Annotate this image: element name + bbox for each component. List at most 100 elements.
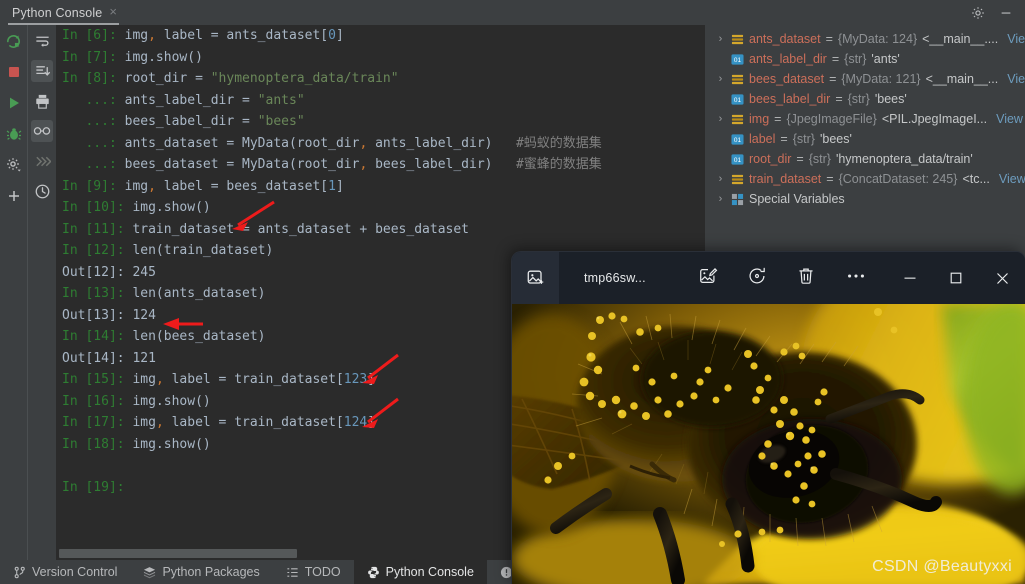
view-link[interactable]: View: [1007, 32, 1025, 46]
status-tab-todo[interactable]: TODO: [273, 560, 354, 584]
chevron-right-icon[interactable]: ›: [715, 113, 726, 125]
soft-wrap-icon[interactable]: [31, 30, 53, 52]
code-token: len(train_dataset): [132, 243, 274, 258]
tab-label: Python Console: [12, 5, 103, 20]
variable-row[interactable]: 01 ants_label_dir = {str} 'ants': [705, 49, 1025, 69]
scroll-to-end-icon[interactable]: [31, 60, 53, 82]
code-token: img.show(): [132, 393, 211, 409]
photo-file-name: tmp66sw...: [584, 271, 646, 285]
rerun-console-icon[interactable]: [3, 30, 25, 52]
console-prompt: In [14]:: [62, 329, 125, 344]
console-prompt: In [9]:: [62, 178, 117, 194]
string-icon: 01: [731, 53, 744, 66]
variable-row[interactable]: › bees_dataset = {MyData: 121} <__main__.…: [705, 69, 1025, 89]
view-link[interactable]: View: [996, 112, 1023, 126]
variable-equals: =: [796, 152, 804, 166]
console-prompt: Out[12]:: [62, 264, 125, 280]
gear-icon[interactable]: [971, 6, 985, 20]
console-prompt: In [16]:: [62, 393, 125, 409]
photos-app-icon: [512, 252, 559, 304]
scrollbar-thumb[interactable]: [59, 549, 297, 558]
minimize-button[interactable]: [887, 252, 933, 304]
chevron-right-icon[interactable]: ›: [715, 193, 726, 205]
code-token: label = bees_dataset[: [155, 178, 329, 194]
rotate-icon[interactable]: [747, 266, 767, 291]
variable-row[interactable]: › img = {JpegImageFile} <PIL.JpegImageI..…: [705, 109, 1025, 129]
photo-viewer-window-controls: [887, 252, 1025, 304]
chevron-right-icon[interactable]: ›: [715, 33, 726, 45]
variable-row[interactable]: › train_dataset = {ConcatDataset: 245} <t…: [705, 169, 1025, 189]
execute-icon[interactable]: [3, 92, 25, 114]
chevron-right-icon[interactable]: ›: [715, 73, 726, 85]
code-token: ]: [367, 415, 376, 430]
print-icon[interactable]: [31, 90, 53, 112]
string-icon: 01: [731, 133, 744, 146]
variable-row[interactable]: 01 root_dir = {str} 'hymenoptera_data/tra…: [705, 149, 1025, 169]
glasses-icon[interactable]: [31, 120, 53, 142]
maximize-button[interactable]: [933, 252, 979, 304]
svg-text:01: 01: [734, 156, 742, 163]
close-button[interactable]: [979, 252, 1025, 304]
settings-icon[interactable]: [3, 154, 25, 176]
fast-forward-icon[interactable]: [31, 150, 53, 172]
variable-row[interactable]: 01 label = {str} 'bees': [705, 129, 1025, 149]
photo-viewer-toolbar: [698, 266, 867, 291]
view-link[interactable]: View: [999, 172, 1025, 186]
object-icon: [731, 33, 744, 46]
edit-image-icon[interactable]: [698, 266, 718, 291]
variable-name: bees_label_dir: [749, 92, 831, 106]
variable-name: train_dataset: [749, 172, 822, 186]
history-icon[interactable]: [31, 180, 53, 202]
variable-name: img: [749, 112, 770, 126]
code-token: ,: [148, 178, 156, 194]
minimize-icon[interactable]: [999, 6, 1013, 20]
console-prompt: In [10]:: [62, 200, 125, 215]
code-token: 0: [328, 28, 336, 43]
bee-photograph: [512, 304, 1025, 584]
python-packages-icon: [143, 566, 156, 579]
add-icon[interactable]: [3, 185, 25, 207]
variable-type: {str}: [792, 132, 815, 146]
photo-viewer-window[interactable]: tmp66sw... CSDN @Beautyxxi: [512, 252, 1025, 584]
photo-canvas[interactable]: CSDN @Beautyxxi: [512, 304, 1025, 584]
code-token: img: [132, 415, 156, 430]
status-tab-python-packages[interactable]: Python Packages: [130, 560, 272, 584]
status-tab-version-control[interactable]: Version Control: [0, 560, 130, 584]
console-prompt: In [19]:: [62, 479, 125, 495]
code-token: img: [132, 372, 156, 387]
console-line: In [7]: img.show(): [56, 47, 705, 69]
code-token: "hymenoptera_data/train": [210, 71, 399, 86]
code-token: label = ants_dataset[: [155, 28, 329, 43]
code-token: img: [124, 178, 149, 194]
stop-icon[interactable]: [3, 61, 25, 83]
status-tab-label: Python Packages: [162, 565, 260, 579]
variable-equals: =: [831, 52, 840, 66]
more-options-icon[interactable]: [845, 266, 867, 291]
status-tab-python-console[interactable]: Python Console: [353, 560, 487, 584]
variable-name: root_dir: [749, 152, 792, 166]
photo-viewer-titlebar[interactable]: tmp66sw...: [512, 252, 1025, 304]
debug-icon[interactable]: [3, 123, 25, 145]
code-token: ,: [148, 28, 156, 43]
variable-equals: =: [825, 32, 833, 46]
variable-row[interactable]: 01 bees_label_dir = {str} 'bees': [705, 89, 1025, 109]
code-token: img.show(): [132, 436, 211, 452]
delete-icon[interactable]: [796, 266, 816, 291]
todo-icon: [286, 566, 299, 579]
console-line: ...: bees_dataset = MyData(root_dir, bee…: [56, 154, 705, 176]
variable-value: <tc...: [962, 172, 990, 186]
tab-python-console[interactable]: Python Console ×: [0, 0, 125, 25]
close-icon[interactable]: ×: [109, 5, 117, 20]
svg-text:01: 01: [734, 136, 742, 143]
chevron-right-icon[interactable]: ›: [715, 173, 726, 185]
variable-row[interactable]: › ants_dataset = {MyData: 124} <__main__.…: [705, 29, 1025, 49]
tool-window-actions: [971, 6, 1025, 20]
variable-name: ants_label_dir: [749, 52, 827, 66]
string-icon: 01: [731, 93, 744, 106]
status-tab-label: TODO: [304, 565, 341, 579]
view-link[interactable]: View: [1007, 72, 1025, 86]
variable-row[interactable]: › Special Variables: [705, 189, 1025, 209]
variable-equals: =: [829, 72, 837, 86]
code-token: len(bees_dataset): [132, 329, 266, 344]
code-token: bees_dataset = MyData(root_dir: [124, 157, 360, 172]
